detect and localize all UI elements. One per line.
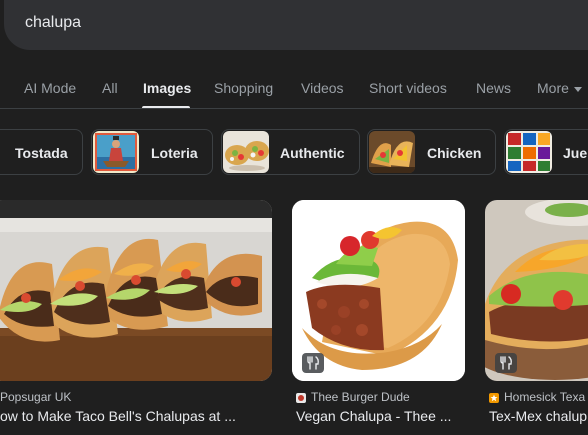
chip-label: Authentic <box>280 145 345 161</box>
search-tabs: AI Mode All Images Shopping Videos Short… <box>0 76 588 110</box>
utensils-icon <box>302 353 324 373</box>
google-images-page: chalupa AI Mode All Images Shopping Vide… <box>0 0 588 435</box>
jue-thumbnail <box>506 131 552 173</box>
chip-loteria[interactable]: Loteria <box>91 129 213 175</box>
thee-burger-dude-favicon <box>296 392 306 403</box>
authentic-thumbnail <box>223 131 269 173</box>
chicken-thumbnail <box>369 131 415 173</box>
chip-jue[interactable]: Jue <box>504 129 588 175</box>
tab-more-label: More <box>537 80 569 96</box>
result-title-popsugar[interactable]: ow to Make Taco Bell's Chalupas at ... <box>0 408 272 424</box>
result-title-homesick-texan[interactable]: Tex-Mex chalup <box>489 408 588 424</box>
result-source-popsugar: Popsugar UK <box>0 390 72 404</box>
result-source-homesick-texan: Homesick Texa <box>489 390 585 404</box>
tab-images[interactable]: Images <box>143 80 191 96</box>
result-title-thee-burger-dude[interactable]: Vegan Chalupa - Thee ... <box>296 408 466 424</box>
chevron-down-icon <box>573 86 582 92</box>
chip-chicken[interactable]: Chicken <box>367 129 496 175</box>
loteria-thumbnail <box>93 131 139 173</box>
tab-short-videos[interactable]: Short videos <box>369 80 447 96</box>
chip-authentic[interactable]: Authentic <box>221 129 360 175</box>
chip-label: Tostada <box>15 145 68 161</box>
tab-news[interactable]: News <box>476 80 511 96</box>
chip-label: Loteria <box>151 145 198 161</box>
tab-shopping[interactable]: Shopping <box>214 80 273 96</box>
tab-more[interactable]: More <box>537 80 582 96</box>
result-source-label: Thee Burger Dude <box>311 390 410 404</box>
result-source-thee-burger-dude: Thee Burger Dude <box>296 390 410 404</box>
search-input[interactable]: chalupa <box>25 14 81 32</box>
tab-videos[interactable]: Videos <box>301 80 344 96</box>
result-source-label: Homesick Texa <box>504 390 586 404</box>
search-bar[interactable]: chalupa <box>4 0 588 50</box>
star-icon <box>489 392 499 403</box>
chip-tostada[interactable]: Tostada <box>0 129 83 175</box>
tabs-divider <box>0 108 588 109</box>
chip-label: Chicken <box>427 145 482 161</box>
tab-ai-mode[interactable]: AI Mode <box>24 80 76 96</box>
result-image-popsugar[interactable] <box>0 200 272 381</box>
chip-label: Jue <box>563 145 588 161</box>
utensils-icon <box>495 353 517 373</box>
tab-all[interactable]: All <box>102 80 118 96</box>
